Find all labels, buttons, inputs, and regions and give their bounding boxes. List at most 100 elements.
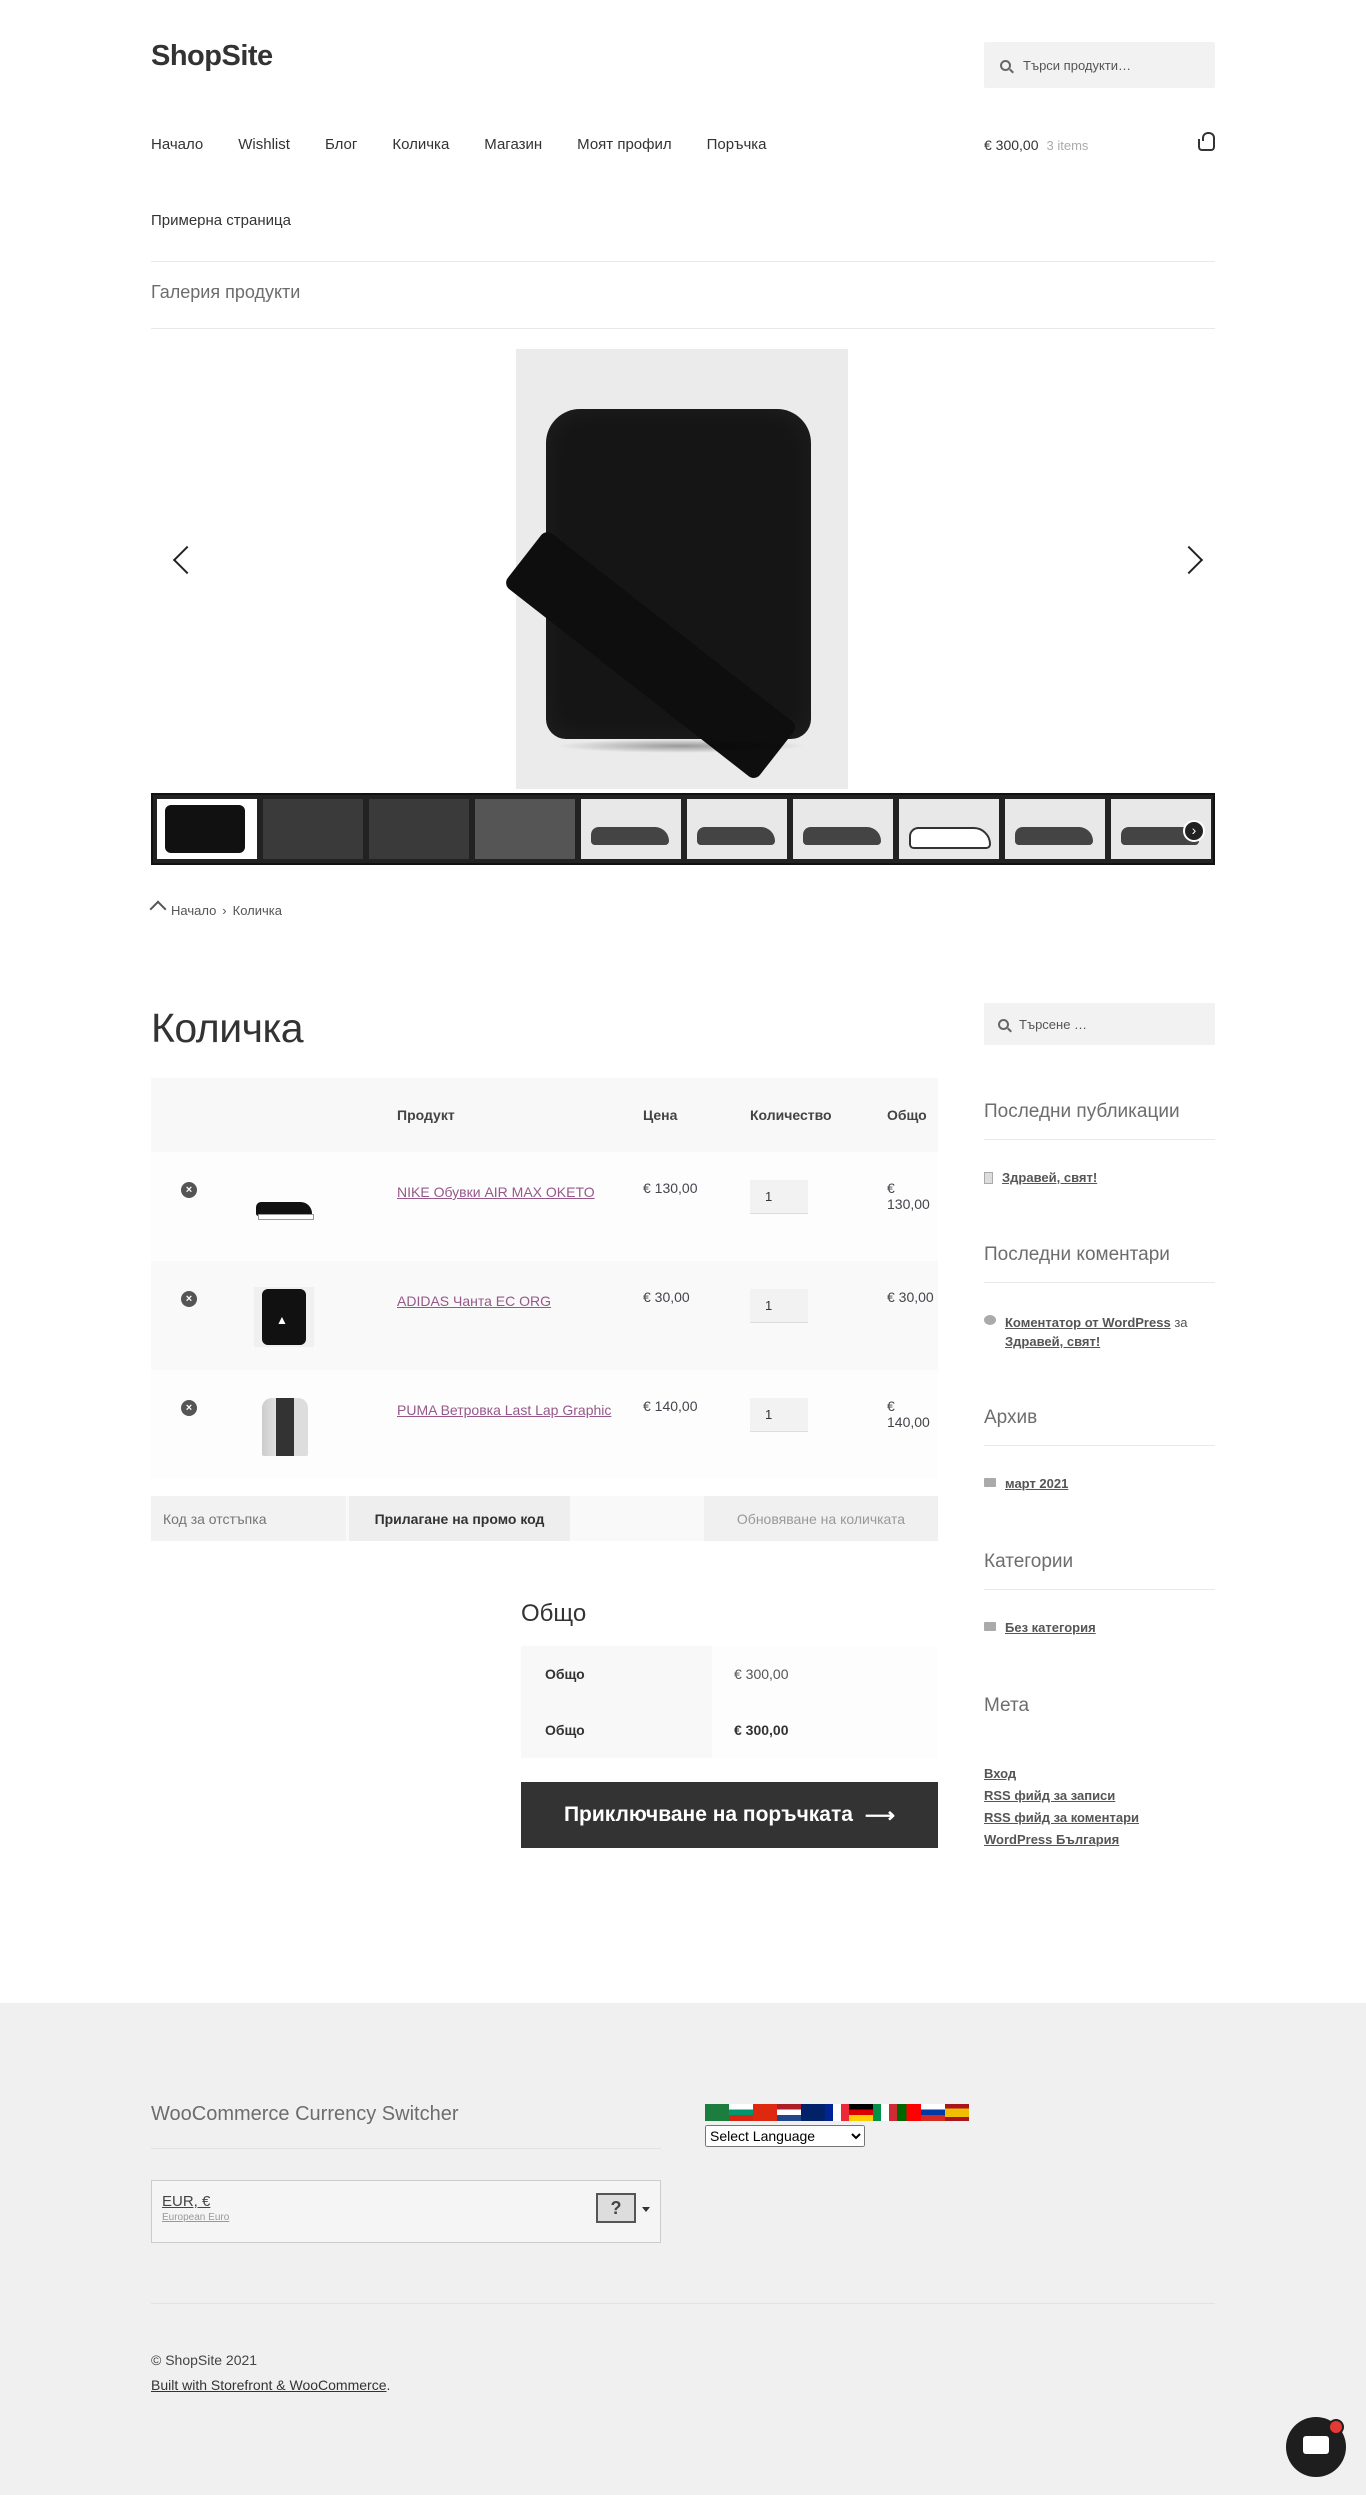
- cart-totals-title: Общо: [521, 1600, 587, 1627]
- gallery-thumbnail[interactable]: [475, 799, 575, 859]
- recent-post-link[interactable]: Здравей, свят!: [1002, 1170, 1097, 1185]
- currency-code: EUR, €: [162, 2193, 211, 2210]
- gallery-next-arrow-icon[interactable]: [1174, 545, 1204, 575]
- subtotal-value: € 300,00: [712, 1646, 938, 1702]
- archive-title: Архив: [984, 1407, 1215, 1446]
- column-header-quantity: Количество: [750, 1078, 887, 1152]
- gallery-thumbnail-strip: ›: [151, 793, 1215, 865]
- cart-table: Продукт Цена Количество Общо × NIKE Обув…: [151, 1078, 938, 1479]
- product-link[interactable]: PUMA Ветровка Last Lap Graphic: [397, 1402, 611, 1418]
- breadcrumb: Начало › Количка: [151, 903, 282, 918]
- divider: [151, 2303, 1215, 2304]
- list-item: Здравей, свят!: [984, 1170, 1097, 1185]
- list-item: Без категория: [984, 1620, 1096, 1635]
- search-icon: [998, 1018, 1009, 1030]
- home-icon: [151, 905, 165, 916]
- gallery-thumbnail[interactable]: [581, 799, 681, 859]
- product-price: € 130,00: [643, 1152, 750, 1261]
- currency-flag-icon: ?: [596, 2193, 636, 2223]
- remove-item-icon[interactable]: ×: [181, 1291, 197, 1307]
- gallery-main-image: [502, 349, 848, 789]
- product-subtotal: € 130,00: [887, 1152, 938, 1261]
- comment-post-link[interactable]: Здравей, свят!: [1005, 1334, 1100, 1349]
- flag-portuguese-icon[interactable]: [897, 2104, 921, 2121]
- coupon-code-input[interactable]: [151, 1496, 346, 1541]
- gallery-thumbnail[interactable]: [899, 799, 999, 859]
- product-thumbnail[interactable]: [254, 1178, 314, 1238]
- flag-french-icon[interactable]: [825, 2104, 849, 2121]
- gallery-thumbnail[interactable]: [793, 799, 893, 859]
- built-with-text: Built with Storefront & WooCommerce.: [151, 2377, 390, 2393]
- archive-link[interactable]: март 2021: [1005, 1476, 1068, 1491]
- currency-switcher-dropdown[interactable]: EUR, € European Euro ?: [151, 2180, 661, 2243]
- update-cart-button[interactable]: Обновяване на количката: [704, 1496, 938, 1541]
- product-link[interactable]: NIKE Обувки AIR MAX OKETO: [397, 1184, 595, 1200]
- product-price: € 30,00: [643, 1261, 750, 1370]
- product-subtotal: € 140,00: [887, 1370, 938, 1479]
- proceed-to-checkout-button[interactable]: Приключване на поръчката ⟶: [521, 1782, 938, 1848]
- flag-russian-icon[interactable]: [921, 2104, 945, 2121]
- gallery-thumbnail[interactable]: [263, 799, 363, 859]
- flag-italian-icon[interactable]: [873, 2104, 897, 2121]
- recent-posts-title: Последни публикации: [984, 1101, 1215, 1140]
- flag-chinese-icon[interactable]: [753, 2104, 777, 2121]
- flag-spanish-icon[interactable]: [945, 2104, 969, 2121]
- gallery-thumbnail[interactable]: [687, 799, 787, 859]
- gallery-prev-arrow-icon[interactable]: [172, 545, 202, 575]
- breadcrumb-home-link[interactable]: Начало: [171, 903, 216, 918]
- flag-german-icon[interactable]: [849, 2104, 873, 2121]
- quantity-input[interactable]: [750, 1398, 808, 1432]
- flag-dutch-icon[interactable]: [777, 2104, 801, 2121]
- page-title: Количка: [151, 1005, 304, 1051]
- apply-coupon-button[interactable]: Прилагане на промо код: [349, 1496, 570, 1541]
- subtotal-label: Общо: [521, 1646, 712, 1702]
- gallery-thumbnail[interactable]: [1005, 799, 1105, 859]
- flag-bulgarian-icon[interactable]: [729, 2104, 753, 2121]
- language-select[interactable]: Select Language: [705, 2125, 865, 2147]
- column-header-total: Общо: [887, 1078, 938, 1152]
- meta-wordpress-link[interactable]: WordPress България: [984, 1832, 1119, 1847]
- flag-arabic-icon[interactable]: [705, 2104, 729, 2121]
- column-header-remove: [151, 1078, 253, 1152]
- meta-login-link[interactable]: Вход: [984, 1766, 1016, 1781]
- table-row: Общо € 300,00: [521, 1646, 938, 1702]
- checkout-label: Приключване на поръчката: [563, 1803, 853, 1826]
- column-header-price: Цена: [643, 1078, 750, 1152]
- document-icon: [984, 1172, 993, 1184]
- chevron-down-icon: [642, 2207, 650, 2212]
- remove-item-icon[interactable]: ×: [181, 1400, 197, 1416]
- product-thumbnail[interactable]: [254, 1396, 314, 1456]
- flag-english-icon[interactable]: [801, 2104, 825, 2121]
- category-link[interactable]: Без категория: [1005, 1620, 1096, 1635]
- storefront-link[interactable]: Built with Storefront & WooCommerce: [151, 2377, 387, 2393]
- gallery-thumbnail[interactable]: [369, 799, 469, 859]
- table-row: × NIKE Обувки AIR MAX OKETO € 130,00 € 1…: [151, 1152, 938, 1261]
- list-item: март 2021: [984, 1476, 1068, 1491]
- total-label: Общо: [521, 1702, 712, 1758]
- sidebar-search-input[interactable]: Търсене …: [984, 1003, 1215, 1045]
- column-header-product: Продукт: [397, 1078, 643, 1152]
- table-row: × ADIDAS Чанта EC ORG € 30,00 € 30,00: [151, 1261, 938, 1370]
- meta-entries-rss-link[interactable]: RSS фийд за записи: [984, 1788, 1115, 1803]
- meta-comments-rss-link[interactable]: RSS фийд за коментари: [984, 1810, 1139, 1825]
- gallery-thumbnail[interactable]: [157, 799, 257, 859]
- remove-item-icon[interactable]: ×: [181, 1182, 197, 1198]
- recent-comments-title: Последни коментари: [984, 1244, 1215, 1283]
- bag-image: [502, 409, 811, 782]
- thumbnails-next-icon[interactable]: ›: [1183, 820, 1205, 842]
- arrow-right-icon: ⟶: [864, 1803, 896, 1827]
- quantity-input[interactable]: [750, 1289, 808, 1323]
- cart-actions: Прилагане на промо код Обновяване на кол…: [151, 1496, 938, 1541]
- chat-widget-icon[interactable]: [1286, 2417, 1346, 2477]
- product-thumbnail[interactable]: [254, 1287, 314, 1347]
- cart-totals-table: Общо € 300,00 Общо € 300,00: [521, 1646, 938, 1758]
- table-row: × PUMA Ветровка Last Lap Graphic € 140,0…: [151, 1370, 938, 1479]
- total-value: € 300,00: [712, 1702, 938, 1758]
- currency-switcher-title: WooCommerce Currency Switcher: [151, 2103, 661, 2149]
- product-link[interactable]: ADIDAS Чанта EC ORG: [397, 1293, 551, 1309]
- comment-author-link[interactable]: Коментатор от WordPress: [1005, 1315, 1171, 1330]
- comment-on-text: за: [1174, 1315, 1188, 1330]
- column-header-thumbnail: [253, 1078, 397, 1152]
- quantity-input[interactable]: [750, 1180, 808, 1214]
- breadcrumb-current: Количка: [232, 903, 282, 918]
